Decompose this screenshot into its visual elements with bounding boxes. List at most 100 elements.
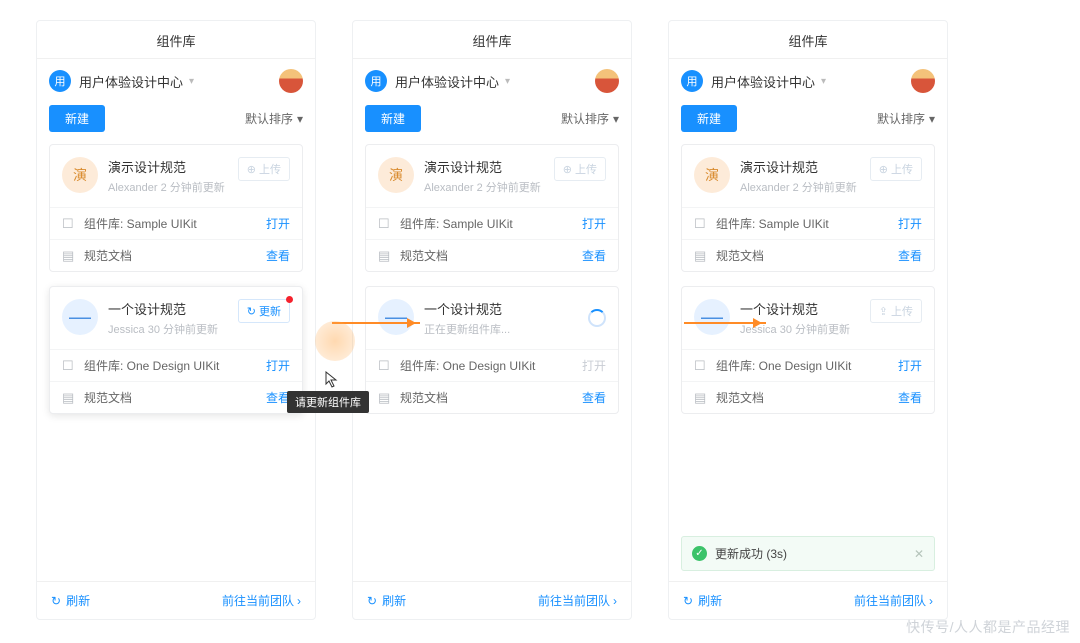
view-link[interactable]: 查看	[582, 389, 606, 406]
team-selector[interactable]: 用 用户体验设计中心 ▾	[353, 59, 631, 97]
tooltip: 请更新组件库	[287, 391, 369, 413]
package-icon: ☐	[378, 358, 392, 374]
upload-button[interactable]: ⊕ 上传	[870, 157, 922, 181]
card-subtitle: Alexander 2 分钟前更新	[108, 179, 228, 195]
chevron-down-icon: ▾	[505, 76, 510, 87]
card-icon: —	[62, 299, 98, 335]
new-button[interactable]: 新建	[365, 105, 421, 132]
avatar[interactable]	[595, 69, 619, 93]
chevron-down-icon: ▾	[929, 112, 935, 126]
upload-button[interactable]: ⊕ 上传	[238, 157, 290, 181]
team-selector[interactable]: 用 用户体验设计中心 ▾	[669, 59, 947, 97]
open-link[interactable]: 打开	[266, 357, 290, 374]
chevron-right-icon: ›	[613, 594, 617, 608]
update-button[interactable]: ↻ 更新	[238, 299, 290, 323]
new-button[interactable]: 新建	[49, 105, 105, 132]
library-card: 演 演示设计规范 Alexander 2 分钟前更新 ⊕ 上传 ☐ 组件库: S…	[49, 144, 303, 272]
document-icon: ▤	[378, 390, 392, 406]
package-icon: ☐	[62, 216, 76, 232]
panel-title: 组件库	[669, 21, 947, 59]
card-subtitle: 正在更新组件库...	[424, 321, 578, 337]
document-icon: ▤	[62, 390, 76, 406]
refresh-icon: ↻	[51, 594, 61, 608]
chevron-down-icon: ▾	[189, 76, 194, 87]
refresh-button[interactable]: ↻ 刷新	[683, 592, 722, 609]
team-selector[interactable]: 用 用户体验设计中心 ▾	[37, 59, 315, 97]
team-badge: 用	[49, 70, 71, 92]
package-icon: ☐	[694, 358, 708, 374]
view-link[interactable]: 查看	[582, 247, 606, 264]
close-icon[interactable]: ✕	[914, 547, 924, 561]
card-subtitle: Alexander 2 分钟前更新	[424, 179, 544, 195]
doc-row: ▤ 规范文档 查看	[50, 239, 302, 271]
package-icon: ☐	[694, 216, 708, 232]
team-badge: 用	[365, 70, 387, 92]
view-link[interactable]: 查看	[898, 389, 922, 406]
document-icon: ▤	[694, 248, 708, 264]
card-icon: 演	[694, 157, 730, 193]
refresh-button[interactable]: ↻ 刷新	[51, 592, 90, 609]
library-row: ☐ 组件库: Sample UIKit 打开	[50, 207, 302, 239]
plus-circle-icon: ⊕	[879, 163, 888, 176]
click-ripple	[315, 321, 355, 361]
go-team-link[interactable]: 前往当前团队 ›	[538, 592, 617, 609]
doc-row: ▤ 规范文档 查看	[366, 381, 618, 413]
document-icon: ▤	[378, 248, 392, 264]
new-button[interactable]: 新建	[681, 105, 737, 132]
library-card-loading: — 一个设计规范 正在更新组件库... ☐ 组件库: One Design UI…	[365, 286, 619, 414]
library-row: ☐ 组件库: One Design UIKit 打开	[366, 349, 618, 381]
library-row: ☐ 组件库: One Design UIKit 打开	[682, 349, 934, 381]
view-link[interactable]: 查看	[898, 247, 922, 264]
upload-button[interactable]: ⊕ 上传	[554, 157, 606, 181]
chevron-down-icon: ▾	[613, 112, 619, 126]
open-link[interactable]: 打开	[898, 357, 922, 374]
plus-circle-icon: ⊕	[563, 163, 572, 176]
check-circle-icon: ✓	[692, 546, 707, 561]
document-icon: ▤	[694, 390, 708, 406]
doc-row: ▤ 规范文档 查看	[682, 381, 934, 413]
library-card-active: — 一个设计规范 Jessica 30 分钟前更新 ↻ 更新 ☐ 组件库: On…	[49, 286, 303, 414]
library-row: ☐ 组件库: Sample UIKit 打开	[366, 207, 618, 239]
avatar[interactable]	[279, 69, 303, 93]
panel-state-2: 组件库 用 用户体验设计中心 ▾ 新建 默认排序 ▾ 演 演示设计规范 Alex…	[352, 20, 632, 620]
team-name: 用户体验设计中心	[395, 72, 499, 91]
go-team-link[interactable]: 前往当前团队 ›	[222, 592, 301, 609]
open-link[interactable]: 打开	[582, 215, 606, 232]
doc-row: ▤ 规范文档 查看	[366, 239, 618, 271]
chevron-right-icon: ›	[297, 594, 301, 608]
library-card: 演 演示设计规范 Alexander 2 分钟前更新 ⊕ 上传 ☐ 组件库: S…	[681, 144, 935, 272]
open-link-disabled: 打开	[582, 357, 606, 374]
toast-text: 更新成功 (3s)	[715, 545, 787, 562]
sort-dropdown[interactable]: 默认排序 ▾	[245, 110, 303, 127]
team-name: 用户体验设计中心	[79, 72, 183, 91]
document-icon: ▤	[62, 248, 76, 264]
sort-dropdown[interactable]: 默认排序 ▾	[877, 110, 935, 127]
library-card: — 一个设计规范 Jessica 30 分钟前更新 ⇪ 上传 ☐ 组件库: On…	[681, 286, 935, 414]
card-title: 一个设计规范	[108, 299, 228, 318]
refresh-button[interactable]: ↻ 刷新	[367, 592, 406, 609]
go-team-link[interactable]: 前往当前团队 ›	[854, 592, 933, 609]
refresh-icon: ↻	[683, 594, 693, 608]
card-icon: —	[694, 299, 730, 335]
card-subtitle: Alexander 2 分钟前更新	[740, 179, 860, 195]
team-badge: 用	[681, 70, 703, 92]
sort-dropdown[interactable]: 默认排序 ▾	[561, 110, 619, 127]
upload-button[interactable]: ⇪ 上传	[870, 299, 922, 323]
avatar[interactable]	[911, 69, 935, 93]
upload-icon: ⇪	[879, 305, 888, 318]
watermark: 快传号/人人都是产品经理	[906, 617, 1070, 637]
card-icon: —	[378, 299, 414, 335]
card-title: 演示设计规范	[740, 157, 860, 176]
loading-spinner-icon	[588, 309, 606, 327]
open-link[interactable]: 打开	[266, 215, 290, 232]
team-name: 用户体验设计中心	[711, 72, 815, 91]
refresh-icon: ↻	[247, 305, 256, 318]
open-link[interactable]: 打开	[898, 215, 922, 232]
library-row: ☐ 组件库: One Design UIKit 打开	[50, 349, 302, 381]
chevron-down-icon: ▾	[821, 76, 826, 87]
card-title: 演示设计规范	[108, 157, 228, 176]
panel-state-1: 组件库 用 用户体验设计中心 ▾ 新建 默认排序 ▾ 演 演示设计规范 Alex…	[36, 20, 316, 620]
view-link[interactable]: 查看	[266, 247, 290, 264]
chevron-down-icon: ▾	[297, 112, 303, 126]
card-icon: 演	[378, 157, 414, 193]
